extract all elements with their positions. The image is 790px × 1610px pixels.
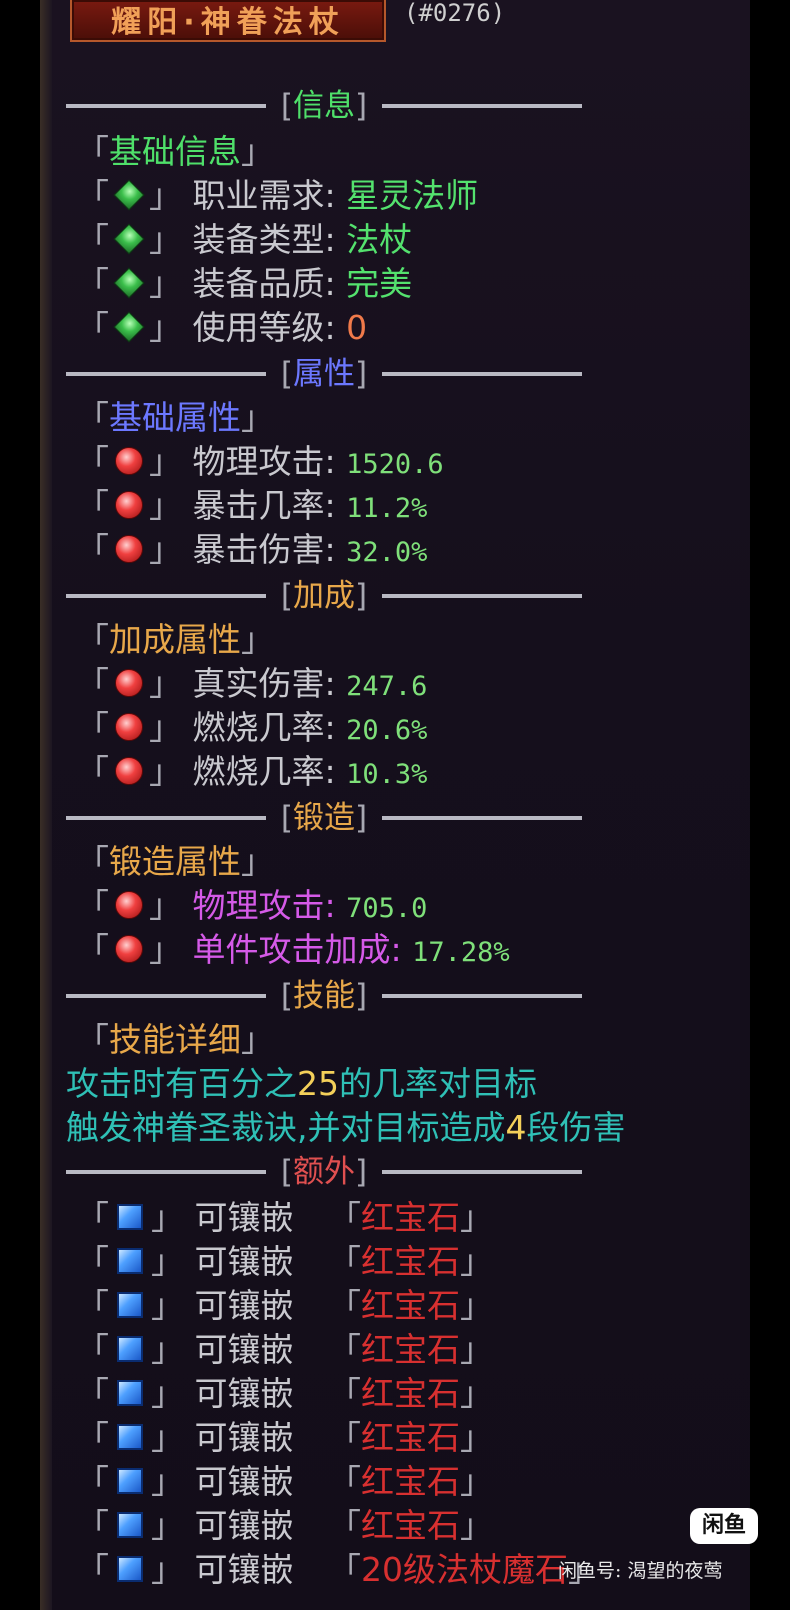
green-gem-icon: [113, 310, 145, 343]
section-label-attr: 属性: [293, 356, 355, 392]
attr-row: 「」 暴击几率: 11.2%: [76, 486, 428, 525]
section-label-extra: 额外: [293, 1154, 355, 1190]
section-divider-info: [信息]: [66, 88, 582, 124]
red-gem-icon: [115, 490, 143, 519]
socket-row[interactable]: 「」 可镶嵌 「红宝石」: [76, 1284, 493, 1328]
skill-heading: 「技能详细」: [76, 1020, 274, 1059]
red-gem-icon: [115, 712, 143, 741]
red-gem-icon: [115, 756, 143, 785]
item-code: (#0276): [404, 0, 506, 27]
attr-heading: 「基础属性」: [76, 398, 274, 437]
section-divider-skill: [技能]: [66, 978, 582, 1014]
socket-row[interactable]: 「」 可镶嵌 「红宝石」: [76, 1372, 493, 1416]
info-row: 「」 使用等级: 0: [76, 308, 368, 347]
forge-row: 「」 物理攻击: 705.0: [76, 886, 428, 925]
attr-row: 「」 物理攻击: 1520.6: [76, 442, 444, 481]
blue-socket-icon: [117, 1247, 143, 1274]
socket-row[interactable]: 「」 可镶嵌 「红宝石」: [76, 1416, 493, 1460]
section-divider-bonus: [加成]: [66, 578, 582, 614]
blue-socket-icon: [117, 1379, 143, 1406]
item-title-plate: 耀阳·神眷法杖: [70, 0, 386, 42]
green-gem-icon: [113, 266, 145, 299]
red-gem-icon: [115, 534, 143, 563]
section-label-bonus: 加成: [293, 578, 355, 614]
socket-row[interactable]: 「」 可镶嵌 「红宝石」: [76, 1240, 493, 1284]
blue-socket-icon: [117, 1555, 143, 1582]
section-label-skill: 技能: [293, 978, 355, 1014]
forge-heading: 「锻造属性」: [76, 842, 274, 881]
red-gem-icon: [115, 934, 143, 963]
section-divider-extra: [额外]: [66, 1154, 582, 1190]
blue-socket-icon: [117, 1203, 143, 1230]
section-label-forge: 锻造: [293, 800, 355, 836]
socket-row[interactable]: 「」 可镶嵌 「红宝石」: [76, 1504, 493, 1548]
watermark-text: 闲鱼号: 渴望的夜莺: [558, 1560, 723, 1582]
red-gem-icon: [115, 446, 143, 475]
socket-row[interactable]: 「」 可镶嵌 「红宝石」: [76, 1460, 493, 1504]
socket-row[interactable]: 「」 可镶嵌 「红宝石」: [76, 1328, 493, 1372]
socket-row[interactable]: 「」 可镶嵌 「红宝石」: [76, 1196, 493, 1240]
panel-left-border: [40, 0, 52, 1610]
info-heading: 「基础信息」: [76, 132, 274, 171]
blue-socket-icon: [117, 1335, 143, 1362]
bonus-row: 「」 真实伤害: 247.6: [76, 664, 428, 703]
section-divider-forge: [锻造]: [66, 800, 582, 836]
info-row: 「」 装备品质: 完美: [76, 264, 413, 303]
section-divider-attr: [属性]: [66, 356, 582, 392]
socket-row[interactable]: 「」 可镶嵌 「20级法杖魔石」: [76, 1548, 601, 1592]
bonus-row: 「」 燃烧几率: 20.6%: [76, 708, 428, 747]
xianyu-logo-badge: 闲鱼: [690, 1508, 758, 1544]
blue-socket-icon: [117, 1291, 143, 1318]
attr-row: 「」 暴击伤害: 32.0%: [76, 530, 428, 569]
info-row: 「」 装备类型: 法杖: [76, 220, 413, 259]
red-gem-icon: [115, 890, 143, 919]
red-gem-icon: [115, 668, 143, 697]
section-label-info: 信息: [293, 88, 355, 124]
blue-socket-icon: [117, 1511, 143, 1538]
skill-description-line2: 触发神眷圣裁诀,并对目标造成4段伤害: [66, 1108, 626, 1147]
item-title: 耀阳·神眷法杖: [111, 5, 345, 40]
green-gem-icon: [113, 178, 145, 211]
forge-row: 「」 单件攻击加成: 17.28%: [76, 930, 510, 969]
bonus-row: 「」 燃烧几率: 10.3%: [76, 752, 428, 791]
green-gem-icon: [113, 222, 145, 255]
blue-socket-icon: [117, 1423, 143, 1450]
blue-socket-icon: [117, 1467, 143, 1494]
skill-description-line1: 攻击时有百分之25的几率对目标: [66, 1064, 537, 1103]
info-row: 「」 职业需求: 星灵法师: [76, 176, 479, 215]
bonus-heading: 「加成属性」: [76, 620, 274, 659]
